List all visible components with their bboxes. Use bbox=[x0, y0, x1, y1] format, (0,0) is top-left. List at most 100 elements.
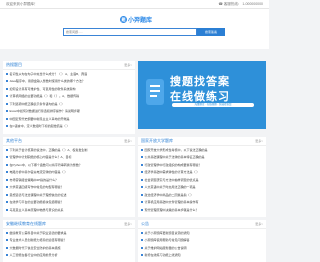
site-logo[interactable]: 题 小羿题库 bbox=[120, 15, 152, 24]
list-item-text: 新增在线练习功能上线通知 bbox=[144, 253, 181, 258]
list-item[interactable]: 新增在线练习功能上线通知 bbox=[138, 252, 266, 260]
list-item[interactable]: 人工智能在各行业中的应用前景分析 bbox=[3, 252, 135, 260]
list-item[interactable]: 市场营销组合策略中4P指的是什么？ bbox=[3, 176, 135, 184]
panel-header: 安徽继续教育在线题库 更多> bbox=[3, 220, 135, 229]
bullet-icon bbox=[141, 171, 143, 174]
list-item[interactable]: 继续教育公需科目中关于职业道德的要求是 bbox=[3, 229, 135, 237]
bullet-icon bbox=[141, 201, 143, 204]
bullet-icon bbox=[141, 208, 143, 211]
bullet-icon bbox=[6, 178, 8, 181]
list-item-text: 大学英语四级写作中常见的句型有哪些？ bbox=[9, 185, 64, 190]
list-item[interactable]: 经济学基础中需求弹性的计算方法是（ ） bbox=[138, 169, 266, 177]
bullet-icon bbox=[141, 254, 143, 257]
list-item[interactable]: 关于小羿题库更新题目资源的通知 bbox=[138, 229, 266, 237]
search-button[interactable]: 搜索答案 bbox=[197, 28, 225, 36]
search-input[interactable] bbox=[63, 28, 197, 36]
list-item[interactable]: Java程序中，用键盘输入整数时使用什么类的哪个方法？ bbox=[3, 78, 135, 86]
list-item[interactable]: 中国近现代史纲要中新民主主义革命的开端是 bbox=[3, 115, 135, 123]
list-item[interactable]: 在Python中，以下哪个函数可以将字符串转换为整数？ bbox=[3, 161, 135, 169]
bullet-icon bbox=[141, 193, 143, 196]
list-item[interactable]: 专业技术人员创新能力培养的途径有哪些？ bbox=[3, 237, 135, 245]
more-link[interactable]: 更多> bbox=[255, 222, 263, 226]
list-item[interactable]: 马克思主义基本原理中物质与意识的关系 bbox=[3, 206, 135, 214]
list-item[interactable]: 大学英语四级写作中常见的句型有哪些？ bbox=[3, 184, 135, 192]
list-item[interactable]: 公共基础课程中关于法律的基本特征正确的是 bbox=[138, 154, 266, 162]
bullet-icon bbox=[6, 193, 8, 196]
panel-title: 公告 bbox=[141, 221, 149, 226]
list-item[interactable]: 计算机应用基础中文件管理的基本操作有 bbox=[138, 199, 266, 207]
list-item[interactable]: 管理学中计划职能的核心内容是什么？A、目标 bbox=[3, 154, 135, 162]
list-item[interactable]: 计算机网络的主要功能是（ ）和（ ）。A、数据传输 bbox=[3, 93, 135, 101]
list-item-text: 关于维护网站服务器的公告说明 bbox=[144, 245, 187, 250]
bullet-icon bbox=[141, 148, 143, 151]
list-item-text: 经济学基础中需求弹性的计算方法是（ ） bbox=[144, 170, 200, 175]
more-link[interactable]: 更多> bbox=[124, 139, 132, 143]
list-item[interactable]: 社会调查研究与方法中抽样调查的优点是 bbox=[138, 176, 266, 184]
list-item-text: 关于小羿题库更新题目资源的通知 bbox=[144, 230, 190, 235]
bullet-icon bbox=[6, 117, 8, 120]
list-item-text: 中国近现代史纲要中新民主主义革命的开端是 bbox=[9, 116, 70, 121]
bullet-icon bbox=[141, 231, 143, 234]
bullet-icon bbox=[6, 171, 8, 174]
logo-badge-icon: 题 bbox=[120, 16, 127, 23]
list-item[interactable]: 行政管理学中行政组织的构成要素有哪些？ bbox=[138, 161, 266, 169]
bullet-icon bbox=[6, 239, 8, 242]
list-item-text: 电路分析中基尔霍夫电流定律的内容是（ ） bbox=[9, 170, 68, 175]
bullet-icon bbox=[141, 163, 143, 166]
list-item[interactable]: 现代管理原理中决策的基本步骤是什么？ bbox=[138, 206, 266, 214]
top-bar: 欢迎来到小羿题库！ ☎ 客服热线： 1-000000000 bbox=[0, 0, 269, 9]
promo-banner[interactable]: 搜题找答案 在线做练习 海量题库 · 在线搜题 · 快速找答案 bbox=[138, 61, 266, 129]
hotline-label: 客服热线： bbox=[223, 1, 242, 6]
document-line bbox=[150, 85, 160, 87]
document-line bbox=[150, 95, 157, 97]
list-item[interactable]: 电路分析中基尔霍夫电流定律的内容是（ ） bbox=[3, 169, 135, 177]
list-item[interactable]: 下列选项中能正确表示条件语句的是（ ） bbox=[3, 100, 135, 108]
list-item[interactable]: 在C语言中，定义数组时下标的起始值是（ ） bbox=[3, 123, 135, 131]
panel-header: 其他平台 更多> bbox=[3, 137, 135, 146]
hotline-number: 1-000000000 bbox=[242, 2, 263, 6]
list-item-text: 社会调查研究与方法中抽样调查的优点是 bbox=[144, 177, 199, 182]
notice-panel: 公告 更多> 关于小羿题库更新题目资源的通知 小羿题库使用帮助与常见问题解答 关… bbox=[138, 220, 266, 262]
list-item-text: 管理学中计划职能的核心内容是什么？A、目标 bbox=[9, 155, 72, 160]
bullet-icon bbox=[6, 231, 8, 234]
list-item-text: 计算机网络的主要功能是（ ）和（ ）。A、数据传输 bbox=[9, 94, 80, 99]
list-item[interactable]: 名词性从句在句子中充当什么成分？（ ） A、主语B、宾语 bbox=[3, 70, 135, 78]
bullet-icon bbox=[6, 110, 8, 113]
bullet-icon bbox=[6, 102, 8, 105]
list-item-text: 人工智能在各行业中的应用前景分析 bbox=[9, 253, 58, 258]
list-item-text: 现代管理原理中决策的基本步骤是什么？ bbox=[144, 207, 199, 212]
logo-text: 小羿题库 bbox=[128, 18, 153, 24]
phone-icon: ☎ bbox=[218, 2, 223, 6]
list-item[interactable]: 下列关于会计核算的说法中，正确的是（ ）A、权责发生制 bbox=[3, 146, 135, 154]
list-item-text: 马克思主义基本原理中物质与意识的关系 bbox=[9, 207, 64, 212]
list-item-text: 如何设计具有可维护性、可复用性的软件系统架构 bbox=[9, 86, 76, 91]
list-item[interactable]: 如何设计具有可维护性、可复用性的软件系统架构 bbox=[3, 85, 135, 93]
list-item-text: 下列关于会计核算的说法中，正确的是（ ）A、权责发生制 bbox=[9, 147, 88, 152]
more-link[interactable]: 更多> bbox=[255, 139, 263, 143]
list-item[interactable]: 政治经济学中商品的二因素是指（ ） bbox=[138, 191, 266, 199]
bullet-icon bbox=[6, 95, 8, 98]
list-item[interactable]: 国家开放大学形成性考核中，以下说法正确的是 bbox=[138, 146, 266, 154]
list-item[interactable]: Excel中如何对数据进行筛选和排序操作？请说明步骤 bbox=[3, 108, 135, 116]
list-item-text: 人文英语中关于时态用法正确的一项是 bbox=[144, 185, 196, 190]
list-item-text: 公共基础课程中关于法律的基本特征正确的是 bbox=[144, 155, 205, 160]
list-item-text: 思想道德与法治课程中关于理想信念的论述 bbox=[9, 192, 67, 197]
panel-title: 安徽继续教育在线题库 bbox=[6, 221, 46, 226]
list-item[interactable]: 人文英语中关于时态用法正确的一项是 bbox=[138, 184, 266, 192]
national-university-panel: 国家开放大学题库 更多> 国家开放大学形成性考核中，以下说法正确的是 公共基础课… bbox=[138, 137, 266, 217]
bullet-icon bbox=[141, 186, 143, 189]
list-item[interactable]: 大数据时代下信息安全防护的基本措施 bbox=[3, 244, 135, 252]
bullet-icon bbox=[6, 148, 8, 151]
bullet-icon bbox=[6, 156, 8, 159]
banner-line3: 海量题库 · 在线搜题 · 快速找答案 bbox=[172, 103, 254, 107]
more-link[interactable]: 更多> bbox=[124, 222, 132, 226]
list-item[interactable]: 关于维护网站服务器的公告说明 bbox=[138, 244, 266, 252]
list-item[interactable]: 在线学习平台的主要功能模块包括哪些？ bbox=[3, 199, 135, 207]
more-link[interactable]: 更多> bbox=[124, 63, 132, 67]
bullet-icon bbox=[6, 87, 8, 90]
bullet-icon bbox=[6, 163, 8, 166]
list-item[interactable]: 小羿题库使用帮助与常见问题解答 bbox=[138, 237, 266, 245]
list-item-text: 在Python中，以下哪个函数可以将字符串转换为整数？ bbox=[9, 162, 82, 167]
list-item-text: 小羿题库使用帮助与常见问题解答 bbox=[144, 238, 190, 243]
list-item[interactable]: 思想道德与法治课程中关于理想信念的论述 bbox=[3, 191, 135, 199]
